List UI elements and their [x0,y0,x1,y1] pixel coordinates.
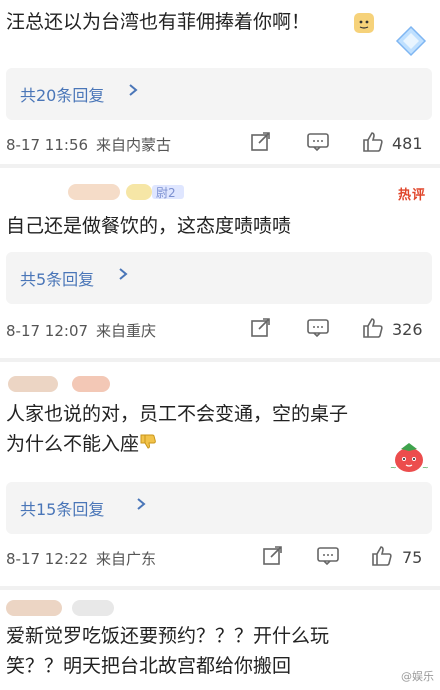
thumbs-down-emoji-icon [139,430,157,459]
chevron-right-icon [136,496,146,515]
comment-location: 来自广东 [96,550,157,568]
diamond-badge-icon [394,24,428,62]
reply-count-label: 共5条回复 [20,270,95,289]
comment-time: 8-17 12:07 [6,322,89,340]
blurred-avatar [72,376,110,392]
chevron-right-icon [128,82,138,101]
username-blurred [6,374,226,392]
blurred-name [68,184,120,200]
comment-text: 为什么不能入座 [6,433,140,455]
share-icon[interactable] [250,132,272,156]
comment-location: 来自重庆 [96,322,157,340]
comment-item: 人家也说的对，员工不会变通，空的桌子 为什么不能入座 ~ ~ 共15条回复 8-1… [0,362,440,587]
comment-text-line: 爱新觉罗吃饭还要预约？？？开什么玩 [6,625,330,647]
blurred-name [8,376,58,392]
dog-emoji-icon [353,12,375,38]
share-icon[interactable] [250,318,272,342]
blurred-name [6,600,62,616]
view-replies-button[interactable]: 共5条回复 [6,252,432,304]
blurred-avatar [72,600,114,616]
comment-meta: 8-17 11:56 来自内蒙古 [6,134,171,155]
svg-text:~: ~ [390,463,397,472]
strawberry-sticker-icon: ~ ~ [388,438,430,478]
svg-text:~: ~ [422,463,429,472]
comment-icon[interactable] [306,318,330,342]
share-icon[interactable] [262,546,284,570]
comment-text-line: 为什么不能入座 [6,430,157,459]
username-blurred: 尉2 [6,180,226,200]
user-level-text: 尉2 [156,186,176,200]
like-count: 326 [392,320,423,339]
comment-item: 爱新觉罗吃饭还要预约？？？开什么玩 笑？？明天把台北故宫都给你搬回 @娱乐 [0,590,440,690]
comment-meta: 8-17 12:07 来自重庆 [6,320,156,341]
hot-comment-badge: 热评 [397,188,426,203]
thumbs-up-icon[interactable] [361,130,385,158]
thumbs-up-icon[interactable] [370,544,394,572]
comment-item: 尉2 热评 自己还是做餐饮的，这态度啧啧啧 共5条回复 8-17 12:07 来自… [0,168,440,358]
like-count: 75 [402,548,423,567]
username-blurred [6,598,226,616]
blurred-avatar [126,184,152,200]
watermark: @娱乐 [401,670,434,683]
comment-time: 8-17 11:56 [6,136,89,154]
comment-text: 汪总还以为台湾也有菲佣捧着你啊！ [6,11,311,33]
view-replies-button[interactable]: 共20条回复 [6,68,432,120]
thumbs-up-icon[interactable] [361,316,385,344]
comment-text-line: 笑？？明天把台北故宫都给你搬回 [6,655,292,677]
comment-meta: 8-17 12:22 来自广东 [6,548,156,569]
comment-time: 8-17 12:22 [6,550,89,568]
comment-text: 自己还是做餐饮的，这态度啧啧啧 [6,215,292,237]
comment-item: 汪总还以为台湾也有菲佣捧着你啊！ 共20条回复 8-17 11:56 来自内蒙古 … [0,0,440,165]
comment-text-line: 人家也说的对，员工不会变通，空的桌子 [6,403,349,425]
comment-icon[interactable] [316,546,340,570]
comment-location: 来自内蒙古 [96,136,172,154]
reply-count-label: 共20条回复 [20,86,105,105]
comment-icon[interactable] [306,132,330,156]
like-count: 481 [392,134,423,153]
view-replies-button[interactable]: 共15条回复 [6,482,432,534]
reply-count-label: 共15条回复 [20,500,105,519]
chevron-right-icon [118,266,128,285]
